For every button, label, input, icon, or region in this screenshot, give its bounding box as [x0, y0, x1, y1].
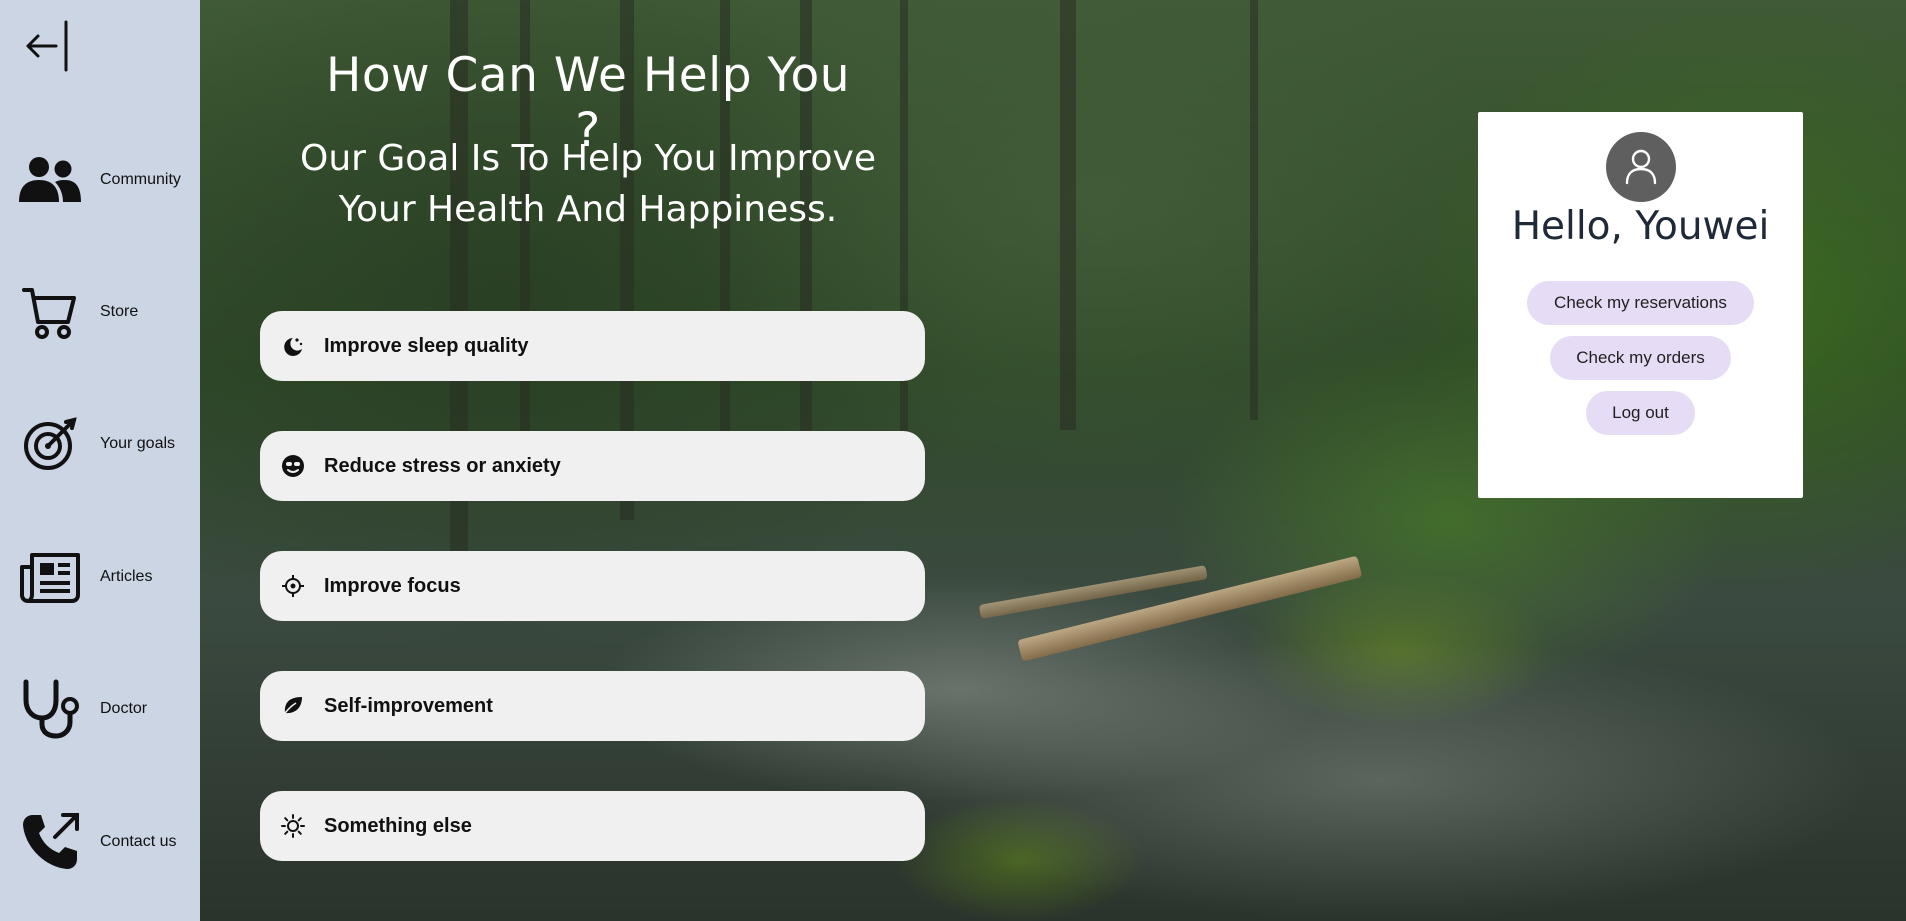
sidebar-item-community[interactable]: Community: [18, 140, 200, 220]
users-icon: [18, 144, 82, 216]
target-icon: [18, 408, 82, 480]
check-reservations-button[interactable]: Check my reservations: [1527, 281, 1754, 325]
greeting-text: Hello, Youwei: [1511, 204, 1770, 249]
arrow-left-bar-icon: [26, 20, 68, 72]
stethoscope-icon: [18, 673, 82, 745]
sidebar-item-label: Contact us: [100, 833, 177, 850]
newspaper-icon: [18, 541, 82, 613]
user-icon: [1625, 149, 1657, 185]
option-reduce-stress-button[interactable]: Reduce stress or anxiety: [260, 431, 925, 501]
sun-icon: [278, 811, 308, 841]
avatar[interactable]: [1606, 132, 1676, 202]
sidebar-item-label: Your goals: [100, 435, 176, 452]
option-improve-focus-button[interactable]: Improve focus: [260, 551, 925, 621]
sidebar-item-store[interactable]: Store: [18, 272, 200, 352]
option-label: Improve focus: [324, 574, 461, 597]
sidebar-item-label: Store: [100, 303, 139, 320]
sidebar-item-label: Articles: [100, 568, 153, 585]
option-something-else-button[interactable]: Something else: [260, 791, 925, 861]
sidebar-item-contact-us[interactable]: Contact us: [18, 802, 200, 882]
subtitle-line: Your Health And Happiness.: [338, 189, 838, 230]
option-improve-sleep-button[interactable]: Improve sleep quality: [260, 311, 925, 381]
moon-stars-icon: [278, 331, 308, 361]
sidebar-item-articles[interactable]: Articles: [18, 537, 200, 617]
sidebar-item-label: Doctor: [100, 700, 148, 717]
option-label: Improve sleep quality: [324, 334, 529, 357]
leaf-icon: [278, 691, 308, 721]
subtitle-line: Our Goal Is To Help You Improve: [299, 138, 877, 179]
option-label: Reduce stress or anxiety: [324, 454, 561, 477]
page-subtitle: Our Goal Is To Help You Improve Your Hea…: [268, 133, 908, 235]
logout-button[interactable]: Log out: [1586, 391, 1695, 435]
sunglasses-face-icon: [278, 451, 308, 481]
sidebar-item-doctor[interactable]: Doctor: [18, 669, 200, 749]
user-card: Hello, Youwei Check my reservations Chec…: [1478, 112, 1803, 498]
crosshair-icon: [278, 571, 308, 601]
sidebar-item-label: Community: [100, 171, 181, 188]
sidebar: Community Store Your goals Articles Doct…: [0, 0, 200, 921]
option-self-improvement-button[interactable]: Self-improvement: [260, 671, 925, 741]
phone-outgoing-icon: [18, 806, 82, 878]
sidebar-item-your-goals[interactable]: Your goals: [18, 404, 200, 484]
collapse-sidebar-button[interactable]: [22, 18, 74, 74]
option-label: Something else: [324, 814, 472, 837]
check-orders-button[interactable]: Check my orders: [1550, 336, 1731, 380]
option-label: Self-improvement: [324, 694, 493, 717]
cart-icon: [18, 276, 82, 348]
